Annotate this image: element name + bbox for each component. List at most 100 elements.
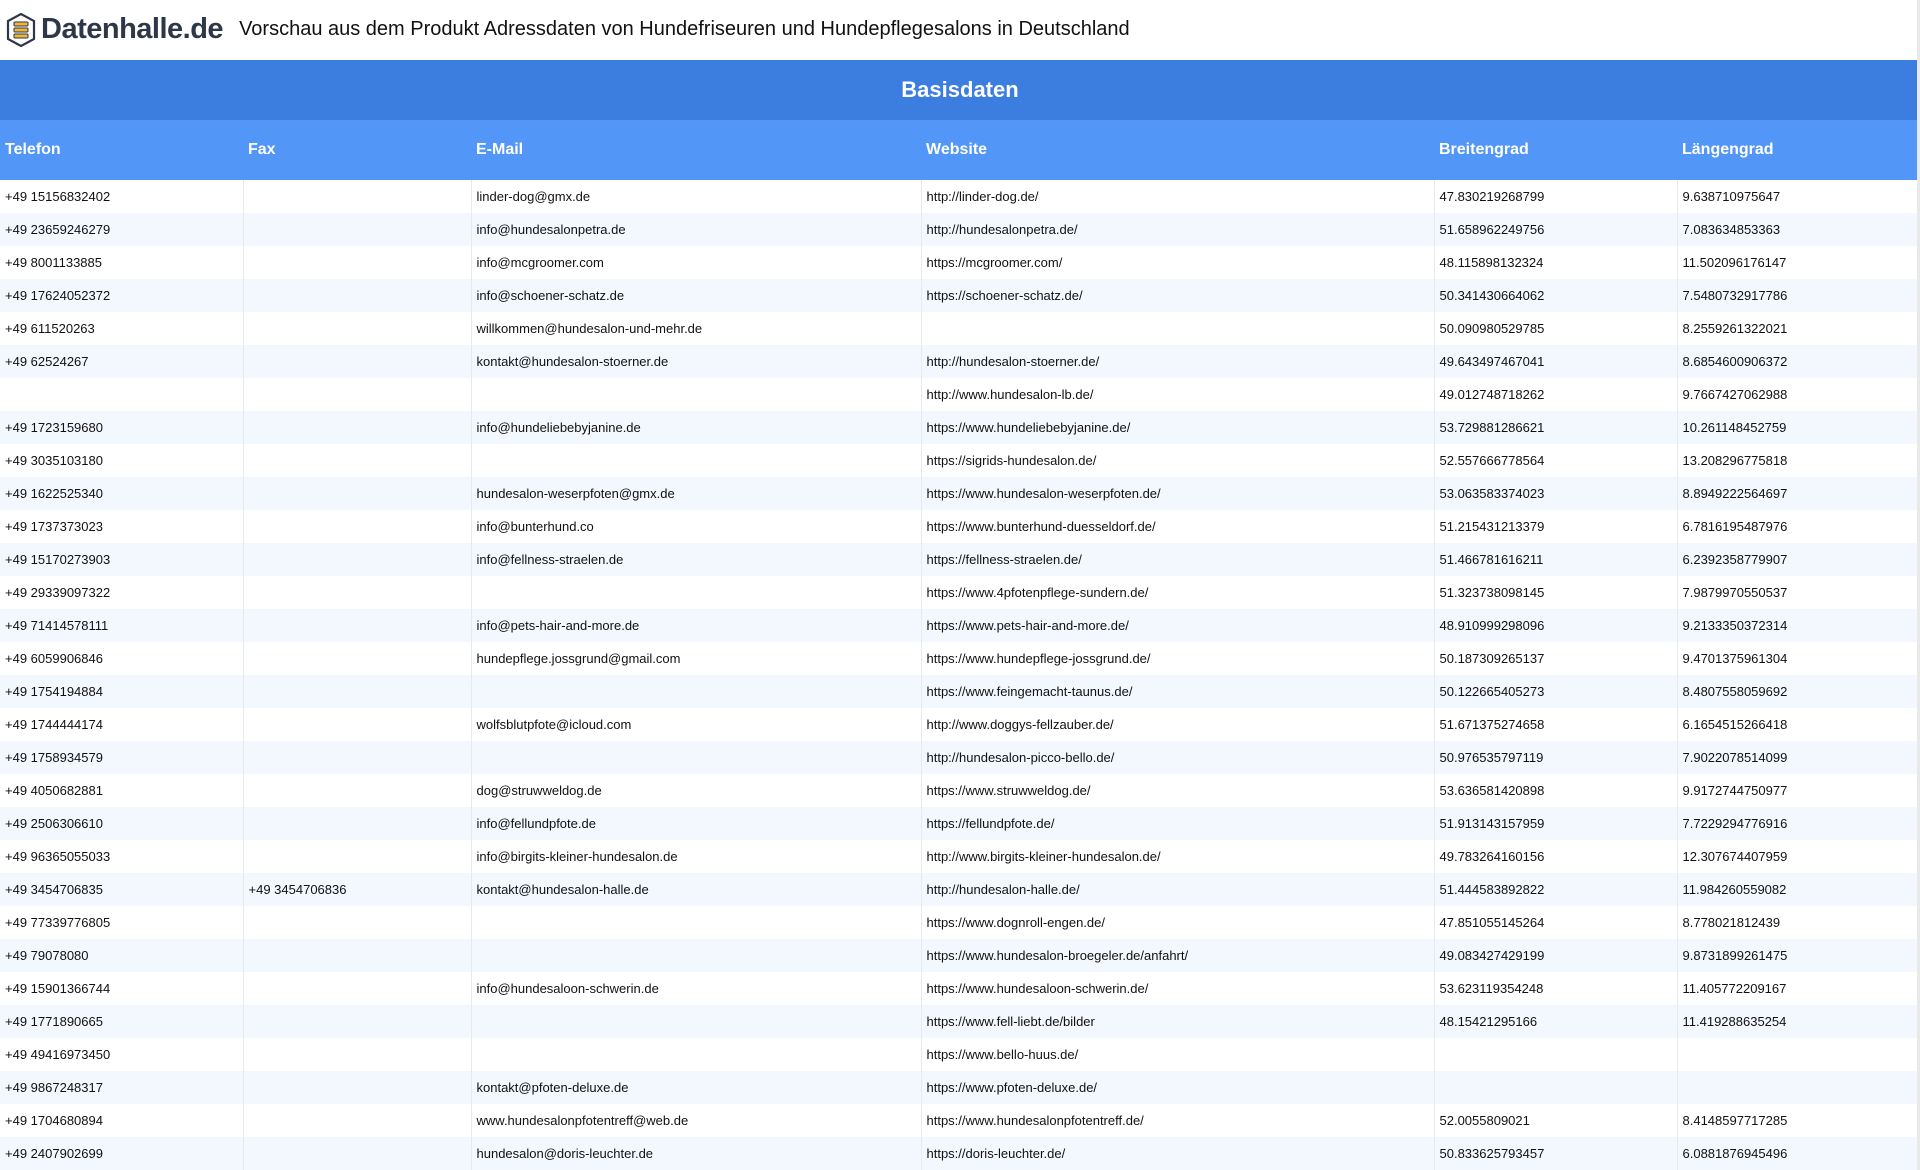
cell-telefon: +49 2506306610 [0, 807, 244, 840]
table-row: +49 29339097322 https://www.4pfotenpflege… [0, 576, 1920, 609]
datenhalle-logo-icon [6, 12, 36, 47]
cell-email [471, 1038, 922, 1071]
cell-telefon: +49 15901366744 [0, 972, 244, 1005]
cell-breitengrad: 51.323738098145 [1434, 576, 1678, 609]
cell-breitengrad: 48.910999298096 [1434, 609, 1678, 642]
cell-fax [243, 609, 472, 642]
cell-telefon: +49 23659246279 [0, 213, 244, 246]
column-header-laengengrad: Längengrad [1682, 141, 1774, 158]
cell-fax [243, 840, 472, 873]
cell-fax [243, 444, 472, 477]
cell-breitengrad: 51.913143157959 [1434, 807, 1678, 840]
page-header: Datenhalle.de Vorschau aus dem Produkt A… [0, 0, 1920, 59]
cell-telefon: +49 3035103180 [0, 444, 244, 477]
cell-laengengrad: 7.7229294776916 [1682, 816, 1788, 831]
cell-telefon: +49 15170273903 [0, 543, 244, 576]
cell-email [471, 741, 922, 774]
table-row: +49 1704680894 www.hundesalonpfotentreff@… [0, 1104, 1920, 1137]
cell-fax [243, 279, 472, 312]
cell-laengengrad: 9.2133350372314 [1682, 618, 1788, 633]
cell-breitengrad: 52.557666778564 [1434, 444, 1678, 477]
cell-breitengrad: 50.187309265137 [1434, 642, 1678, 675]
table-row: +49 1622525340 hundesalon-weserpfoten@gmx… [0, 477, 1920, 510]
cell-email: hundesalon@doris-leuchter.de [471, 1137, 922, 1170]
logo-text: Datenhalle.de [41, 13, 224, 45]
column-header-website: Website [926, 141, 988, 158]
cell-website: http://www.birgits-kleiner-hundesalon.de… [921, 840, 1435, 873]
cell-breitengrad: 49.012748718262 [1434, 378, 1678, 411]
cell-breitengrad: 49.083427429199 [1434, 939, 1678, 972]
cell-fax [243, 411, 472, 444]
cell-email: info@bunterhund.co [471, 510, 922, 543]
cell-fax: +49 3454706836 [243, 873, 472, 906]
cell-laengengrad: 6.0881876945496 [1682, 1146, 1788, 1161]
page-title: Vorschau aus dem Produkt Adressdaten von… [239, 18, 1130, 40]
cell-website: https://www.hundesaloon-schwerin.de/ [921, 972, 1435, 1005]
cell-website: https://www.struwweldog.de/ [921, 774, 1435, 807]
cell-fax [243, 576, 472, 609]
cell-breitengrad [1434, 1071, 1678, 1104]
logo[interactable]: Datenhalle.de [6, 10, 224, 50]
cell-website: https://www.hundesalon-broegeler.de/anfa… [921, 939, 1435, 972]
cell-telefon: +49 611520263 [0, 312, 244, 345]
cell-website: https://www.hundepflege-jossgrund.de/ [921, 642, 1435, 675]
cell-telefon: +49 62524267 [0, 345, 244, 378]
cell-email: info@schoener-schatz.de [471, 279, 922, 312]
table-header-row: Telefon Fax E-Mail Website Breitengrad Längen… [0, 120, 1920, 180]
cell-fax [243, 1038, 472, 1071]
cell-breitengrad: 47.851055145264 [1434, 906, 1678, 939]
cell-telefon: +49 3454706835 [0, 873, 244, 906]
table-row: +49 62524267 kontakt@hundesalon-stoerner.… [0, 345, 1920, 378]
table-row: +49 8001133885 info@mcgroomer.com https://… [0, 246, 1920, 279]
cell-breitengrad: 52.0055809021 [1434, 1104, 1678, 1137]
cell-email: kontakt@pfoten-deluxe.de [471, 1071, 922, 1104]
column-header-fax: Fax [248, 141, 276, 158]
cell-breitengrad: 50.976535797119 [1434, 741, 1678, 774]
cell-telefon: +49 1771890665 [0, 1005, 244, 1038]
cell-laengengrad: 13.208296775818 [1682, 453, 1788, 468]
cell-website: https://www.fell-liebt.de/bilder [921, 1005, 1435, 1038]
cell-laengengrad: 6.7816195487976 [1682, 519, 1788, 534]
cell-website: https://www.bello-huus.de/ [921, 1038, 1435, 1071]
table-body: +49 15156832402 linder-dog@gmx.de http://l… [0, 180, 1920, 1170]
cell-email [471, 1005, 922, 1038]
cell-email: info@pets-hair-and-more.de [471, 609, 922, 642]
cell-email: hundesalon-weserpfoten@gmx.de [471, 477, 922, 510]
table-row: +49 79078080 https://www.hundesalon-broeg… [0, 939, 1920, 972]
cell-website: http://hundesalon-stoerner.de/ [921, 345, 1435, 378]
cell-fax [243, 213, 472, 246]
cell-telefon: +49 29339097322 [0, 576, 244, 609]
cell-fax [243, 807, 472, 840]
cell-email [471, 675, 922, 708]
cell-laengengrad: 7.083634853363 [1682, 222, 1781, 237]
cell-email: info@hundesalonpetra.de [471, 213, 922, 246]
cell-email [471, 444, 922, 477]
cell-breitengrad: 49.643497467041 [1434, 345, 1678, 378]
cell-website: http://linder-dog.de/ [921, 180, 1435, 213]
cell-telefon [0, 378, 244, 411]
cell-email: linder-dog@gmx.de [471, 180, 922, 213]
cell-breitengrad: 49.783264160156 [1434, 840, 1678, 873]
cell-telefon: +49 8001133885 [0, 246, 244, 279]
cell-breitengrad [1434, 1038, 1678, 1071]
cell-email: info@hundeliebebyjanine.de [471, 411, 922, 444]
cell-website: https://www.hundesalonpfotentreff.de/ [921, 1104, 1435, 1137]
cell-breitengrad: 53.063583374023 [1434, 477, 1678, 510]
cell-breitengrad: 50.090980529785 [1434, 312, 1678, 345]
table-row: +49 17624052372 info@schoener-schatz.de ht… [0, 279, 1920, 312]
cell-telefon: +49 1744444174 [0, 708, 244, 741]
cell-website: https://schoener-schatz.de/ [921, 279, 1435, 312]
column-header-email: E-Mail [476, 141, 524, 158]
cell-breitengrad: 53.729881286621 [1434, 411, 1678, 444]
cell-website: https://www.hundesalon-weserpfoten.de/ [921, 477, 1435, 510]
cell-fax [243, 774, 472, 807]
table-row: +49 49416973450 https://www.bello-huus.de… [0, 1038, 1920, 1071]
table-row: +49 1744444174 wolfsblutpfote@icloud.com h… [0, 708, 1920, 741]
cell-breitengrad: 51.658962249756 [1434, 213, 1678, 246]
table-row: +49 15901366744 info@hundesaloon-schwerin… [0, 972, 1920, 1005]
cell-website: https://www.hundeliebebyjanine.de/ [921, 411, 1435, 444]
cell-website: https://www.dognroll-engen.de/ [921, 906, 1435, 939]
cell-laengengrad [1677, 1038, 1920, 1071]
cell-website: http://www.hundesalon-lb.de/ [921, 378, 1435, 411]
cell-fax [243, 312, 472, 345]
